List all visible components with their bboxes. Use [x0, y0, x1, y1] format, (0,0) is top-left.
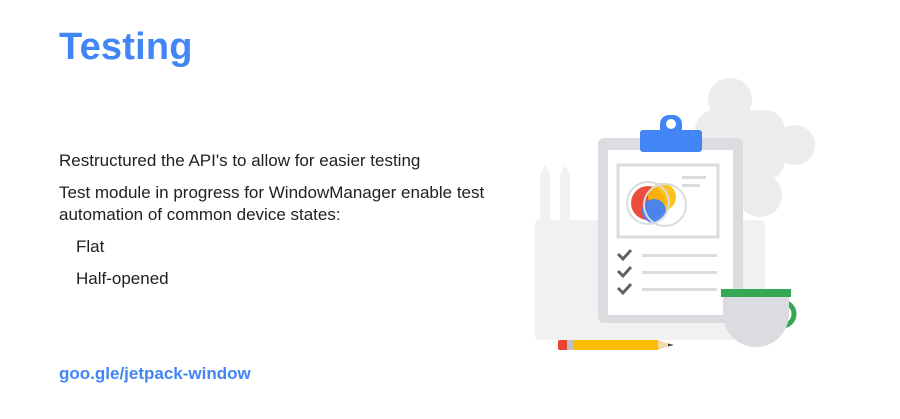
bullet-item: Restructured the API's to allow for easi…	[59, 151, 421, 170]
slide-title: Testing	[59, 26, 193, 68]
pencil-icon	[558, 340, 674, 350]
bullet-item: Test module in progress for WindowManage…	[59, 183, 485, 224]
bullet-list: Restructured the API's to allow for easi…	[59, 150, 489, 300]
sub-bullet-item: Flat	[76, 237, 105, 256]
jetpack-window-link[interactable]: goo.gle/jetpack-window	[59, 364, 251, 384]
sub-bullet-item: Half-opened	[76, 269, 169, 288]
testing-illustration	[535, 78, 815, 350]
